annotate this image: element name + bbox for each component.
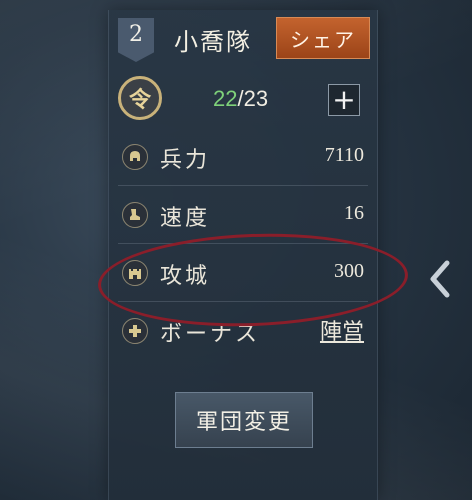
chevron-left-icon[interactable] <box>424 256 454 302</box>
plus-icon <box>122 318 148 344</box>
orders-max: 23 <box>243 86 269 111</box>
stat-value: 7110 <box>324 144 364 166</box>
faction-link[interactable]: 陣営 <box>320 314 364 346</box>
helmet-icon <box>122 144 148 170</box>
stat-value: 16 <box>344 202 364 224</box>
order-token-glyph: 令 <box>128 87 151 113</box>
stat-label: 速度 <box>160 206 211 231</box>
orders-row: 令 22/23 + <box>118 76 370 124</box>
orders-current: 22 <box>213 86 238 111</box>
boot-icon <box>122 202 148 228</box>
share-button[interactable]: シェア <box>276 17 370 59</box>
stat-row-troops: 兵力 7110 <box>118 128 368 186</box>
stat-label: 兵力 <box>160 148 211 173</box>
squad-name: 小喬隊 <box>174 28 252 56</box>
add-orders-button[interactable]: + <box>328 84 360 116</box>
orders-count: 22/23 <box>213 86 268 112</box>
change-army-button[interactable]: 軍団変更 <box>175 392 313 448</box>
order-token-icon: 令 <box>118 76 162 120</box>
squad-number: 2 <box>129 22 143 47</box>
